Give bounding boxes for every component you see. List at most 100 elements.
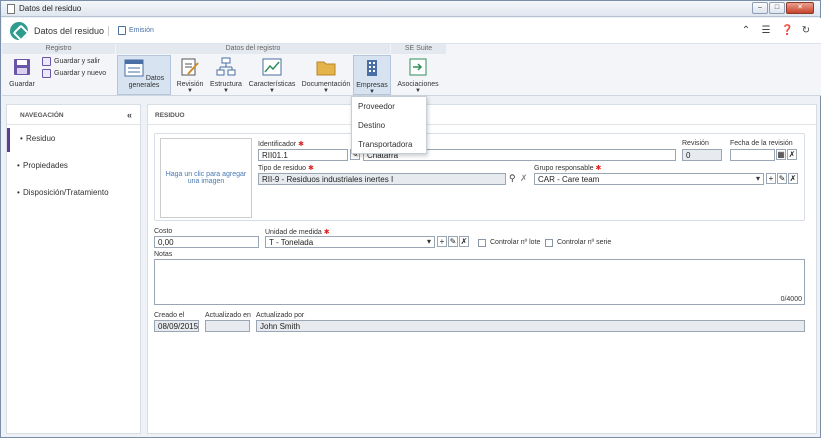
revision-date-label: Fecha de la revisión [730, 140, 793, 147]
nav-item-propiedades[interactable]: Propiedades [7, 155, 140, 179]
menu-item-destino[interactable]: Destino [352, 116, 426, 135]
created-input: 08/09/2015 [154, 320, 199, 332]
notes-textarea[interactable]: 0/4000 [154, 259, 805, 305]
structure-button[interactable]: Estructura ▼ [208, 57, 244, 94]
updated-by-input: John Smith [256, 320, 805, 332]
header-separator [108, 26, 109, 36]
page-title: Datos del residuo [34, 26, 105, 36]
save-exit-label: Guardar y salir [54, 58, 100, 65]
waste-type-input[interactable]: RII-9 - Residuos industriales inertes I [258, 173, 506, 185]
main-panel: RESIDUO Haga un clic para agregar una im… [147, 104, 817, 434]
residue-card: Haga un clic para agregar una imagen Ide… [154, 133, 805, 221]
menu-item-transportadora[interactable]: Transportadora [352, 135, 426, 154]
revision-label: Revisión [176, 81, 204, 88]
revision-button[interactable]: Revisión ▼ [173, 57, 207, 94]
responsible-group-select[interactable]: CAR - Care team [534, 173, 764, 185]
lot-checkbox[interactable] [478, 239, 486, 247]
updated-input [205, 320, 250, 332]
serial-label: Controlar nº serie [557, 239, 612, 246]
unit-label-text: Unidad de medida [265, 229, 322, 236]
edit-group-icon[interactable]: ✎ [777, 173, 787, 184]
structure-caret-icon: ▼ [223, 88, 229, 94]
building-icon [367, 60, 377, 76]
identifier-label: Identificador ✱ [258, 140, 304, 148]
characteristics-button[interactable]: Características ▼ [246, 57, 298, 94]
minimize-icon[interactable]: – [752, 2, 768, 14]
type-label: Tipo de residuo ✱ [258, 164, 314, 172]
revision-label-field: Revisión [682, 140, 709, 147]
collapse-up-icon[interactable]: ⌃ [741, 25, 751, 36]
cost-label: Costo [154, 228, 173, 235]
updated-label: Actualizado en [205, 312, 251, 319]
folder-icon [316, 61, 336, 76]
emision-button[interactable]: Emisión [118, 26, 154, 35]
maximize-icon[interactable]: □ [769, 2, 785, 14]
characteristics-caret-icon: ▼ [269, 88, 275, 94]
navigation-header: NAVEGACIÓN « [7, 105, 140, 125]
cost-input[interactable]: 0,00 [154, 236, 259, 248]
nav-item-residuo[interactable]: Residuo [7, 128, 140, 152]
associations-label: Asociaciones [397, 81, 439, 88]
associations-caret-icon: ▼ [415, 88, 421, 94]
save-label: Guardar [9, 81, 35, 88]
revision-date-input[interactable] [730, 149, 775, 161]
search-icon[interactable]: ⚲ [509, 173, 516, 184]
documentation-button[interactable]: Documentación ▼ [300, 57, 352, 94]
navigation-panel: NAVEGACIÓN « Residuo Propiedades Disposi… [6, 104, 141, 434]
help-icon[interactable]: ❓ [781, 25, 793, 36]
clear-unit-icon[interactable]: ✗ [459, 236, 469, 247]
title-bar: Datos del residuo – □ ✕ [1, 1, 820, 17]
save-exit-button[interactable]: Guardar y salir [42, 57, 100, 66]
edit-unit-icon[interactable]: ✎ [448, 236, 458, 247]
add-group-icon[interactable]: + [766, 173, 776, 184]
created-label: Creado el [154, 312, 185, 319]
revision-input: 0 [682, 149, 722, 161]
group-label: Grupo responsable ✱ [534, 164, 601, 172]
save-button[interactable]: Guardar [8, 57, 36, 88]
clear-date-icon[interactable]: ✗ [787, 149, 797, 160]
group-label-se-suite: SE Suite [391, 44, 446, 54]
lot-label: Controlar nº lote [490, 239, 541, 246]
calendar-icon[interactable]: ▦ [776, 149, 786, 160]
identifier-label-text: Identificador [258, 141, 297, 148]
required-icon: ✱ [298, 141, 304, 148]
list-icon[interactable]: ☰ [761, 25, 771, 36]
section-title: RESIDUO [148, 105, 816, 125]
unit-label: Unidad de medida ✱ [265, 228, 330, 236]
associations-icon [409, 58, 427, 76]
menu-item-proveedor[interactable]: Proveedor [352, 97, 426, 116]
companies-button[interactable]: Empresas ▼ [353, 55, 391, 95]
floppy-disk-icon [14, 59, 30, 75]
required-icon: ✱ [595, 165, 602, 172]
unit-select[interactable]: T - Tonelada [265, 236, 435, 248]
add-unit-icon[interactable]: + [437, 236, 447, 247]
updated-by-label: Actualizado por [256, 312, 305, 319]
identifier-input[interactable]: RII01.1 [258, 149, 348, 161]
hierarchy-icon [216, 57, 236, 76]
notes-label: Notas [154, 251, 173, 258]
companies-caret-icon: ▼ [369, 89, 375, 95]
window-title: Datos del residuo [19, 4, 82, 13]
refresh-icon[interactable]: ↻ [801, 25, 811, 36]
navigation-title: NAVEGACIÓN [20, 112, 64, 119]
save-new-icon [42, 69, 51, 78]
save-new-button[interactable]: Guardar y nuevo [42, 69, 106, 78]
required-icon: ✱ [307, 165, 314, 172]
close-icon[interactable]: ✕ [786, 2, 814, 14]
general-data-button[interactable]: Datos generales [117, 55, 171, 95]
document-icon [7, 4, 15, 14]
app-header: Datos del residuo Emisión ⌃ ☰ ❓ ↻ [2, 18, 821, 44]
serial-checkbox[interactable] [545, 239, 553, 247]
clear-group-icon[interactable]: ✗ [788, 173, 798, 184]
group-label-datos: Datos del registro [116, 44, 390, 54]
associations-button[interactable]: Asociaciones ▼ [395, 57, 441, 94]
companies-label: Empresas [356, 82, 388, 89]
emission-icon [118, 26, 126, 35]
image-upload-area[interactable]: Haga un clic para agregar una imagen [160, 138, 252, 218]
documentation-caret-icon: ▼ [323, 88, 329, 94]
collapse-left-icon[interactable]: « [127, 110, 132, 120]
clear-type-icon[interactable]: ✗ [520, 173, 528, 184]
save-exit-icon [42, 57, 51, 66]
nav-item-disposicion[interactable]: Disposición/Tratamiento [7, 182, 140, 206]
save-new-label: Guardar y nuevo [54, 70, 107, 77]
